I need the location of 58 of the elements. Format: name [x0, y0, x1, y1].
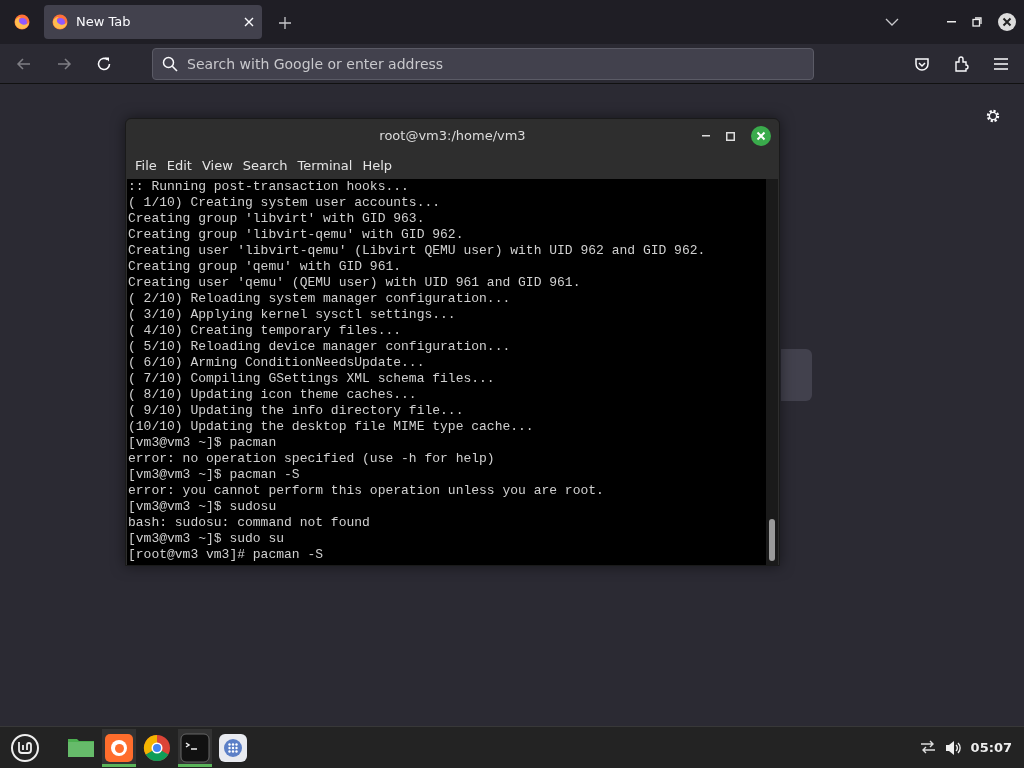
terminal-line: Creating group 'qemu' with GID 961. [128, 259, 403, 275]
chevron-down-icon[interactable] [885, 18, 899, 26]
terminal-line: ( 7/10) Compiling GSettings XML schema files... [128, 371, 496, 387]
app-grid-icon [218, 732, 248, 763]
terminal-line: :: Running post-transaction hooks... [128, 179, 410, 195]
close-icon[interactable] [998, 13, 1016, 31]
taskbar-app[interactable] [102, 728, 136, 767]
terminal-line: ( 6/10) Arming ConditionNeedsUpdate... [128, 355, 426, 371]
terminal-line: ( 9/10) Updating the info directory file... [128, 403, 465, 419]
maximize-icon[interactable] [972, 17, 982, 27]
close-icon[interactable] [244, 17, 254, 27]
window-title: root@vm3:/home/vm3 [379, 127, 526, 146]
terminal-line: bash: sudosu: command not found [128, 515, 371, 531]
terminal-line: ( 3/10) Applying kernel sysctl settings... [128, 307, 457, 323]
menu-item[interactable]: View [196, 156, 238, 176]
terminal-line: ( 1/10) Creating system user accounts... [128, 195, 442, 211]
terminal-line: Creating group 'libvirt-qemu' with GID 962. [128, 227, 465, 243]
menu-icon[interactable] [994, 57, 1008, 70]
terminal-line: Creating user 'libvirt-qemu' (Libvirt QEMU user) with UID 962 and GID 962. [128, 243, 707, 259]
new-tab-icon[interactable] [278, 15, 292, 30]
address-field[interactable]: Search with Google or enter address [152, 47, 814, 80]
minimize-icon[interactable] [702, 135, 710, 137]
menu-item[interactable]: Search [237, 156, 293, 176]
taskbar-app[interactable] [178, 728, 212, 767]
browser-tab[interactable]: New Tab [44, 5, 262, 39]
terminal-icon [180, 732, 210, 763]
terminal-line: error: you cannot perform this operation unless you are root. [128, 483, 605, 499]
puzzle-icon[interactable] [954, 55, 970, 72]
network-icon[interactable] [918, 739, 937, 756]
terminal-line: Creating group 'libvirt' with GID 963. [128, 211, 426, 227]
menu-item[interactable]: Edit [161, 156, 197, 176]
scrollbar[interactable] [766, 179, 778, 565]
terminal-line: ( 8/10) Updating icon theme caches... [128, 387, 418, 403]
scroll-thumb[interactable] [769, 519, 775, 561]
terminal-line: [vm3@vm3 ~]$ pacman [128, 435, 278, 451]
minimize-icon[interactable] [947, 21, 956, 23]
terminal-line: [vm3@vm3 ~]$ sudo su [128, 531, 286, 547]
side-panel [781, 349, 812, 401]
terminal-line: ( 2/10) Reloading system manager configuration... [128, 291, 512, 307]
terminal-line: ( 4/10) Creating temporary files... [128, 323, 403, 339]
terminal-line: [root@vm3 vm3]# pacman -S [128, 547, 325, 563]
terminal-line: [vm3@vm3 ~]$ pacman -S [128, 467, 301, 483]
menu-item[interactable]: Terminal [292, 156, 358, 176]
volume-icon[interactable] [944, 739, 963, 756]
terminal-line: [vm3@vm3 ~]$ sudosu [128, 499, 278, 515]
clock[interactable]: 05:07 [970, 737, 1012, 758]
settings-icon[interactable] [985, 108, 1001, 124]
close-icon[interactable] [751, 126, 771, 146]
menu-item[interactable]: File [130, 156, 162, 176]
menu-item[interactable]: Help [357, 156, 398, 176]
chrome-icon [142, 732, 172, 763]
terminal-line: (10/10) Updating the desktop file MIME type cache... [128, 419, 535, 435]
terminal-line: ( 5/10) Reloading device manager configuration... [128, 339, 512, 355]
mint-logo-icon[interactable] [10, 732, 40, 763]
terminal-line: error: no operation specified (use -h for help) [128, 451, 496, 467]
pocket-icon[interactable] [914, 55, 930, 72]
maximize-icon[interactable] [726, 131, 735, 141]
terminal-line: Creating user 'qemu' (QEMU user) with UID 961 and GID 961. [128, 275, 582, 291]
